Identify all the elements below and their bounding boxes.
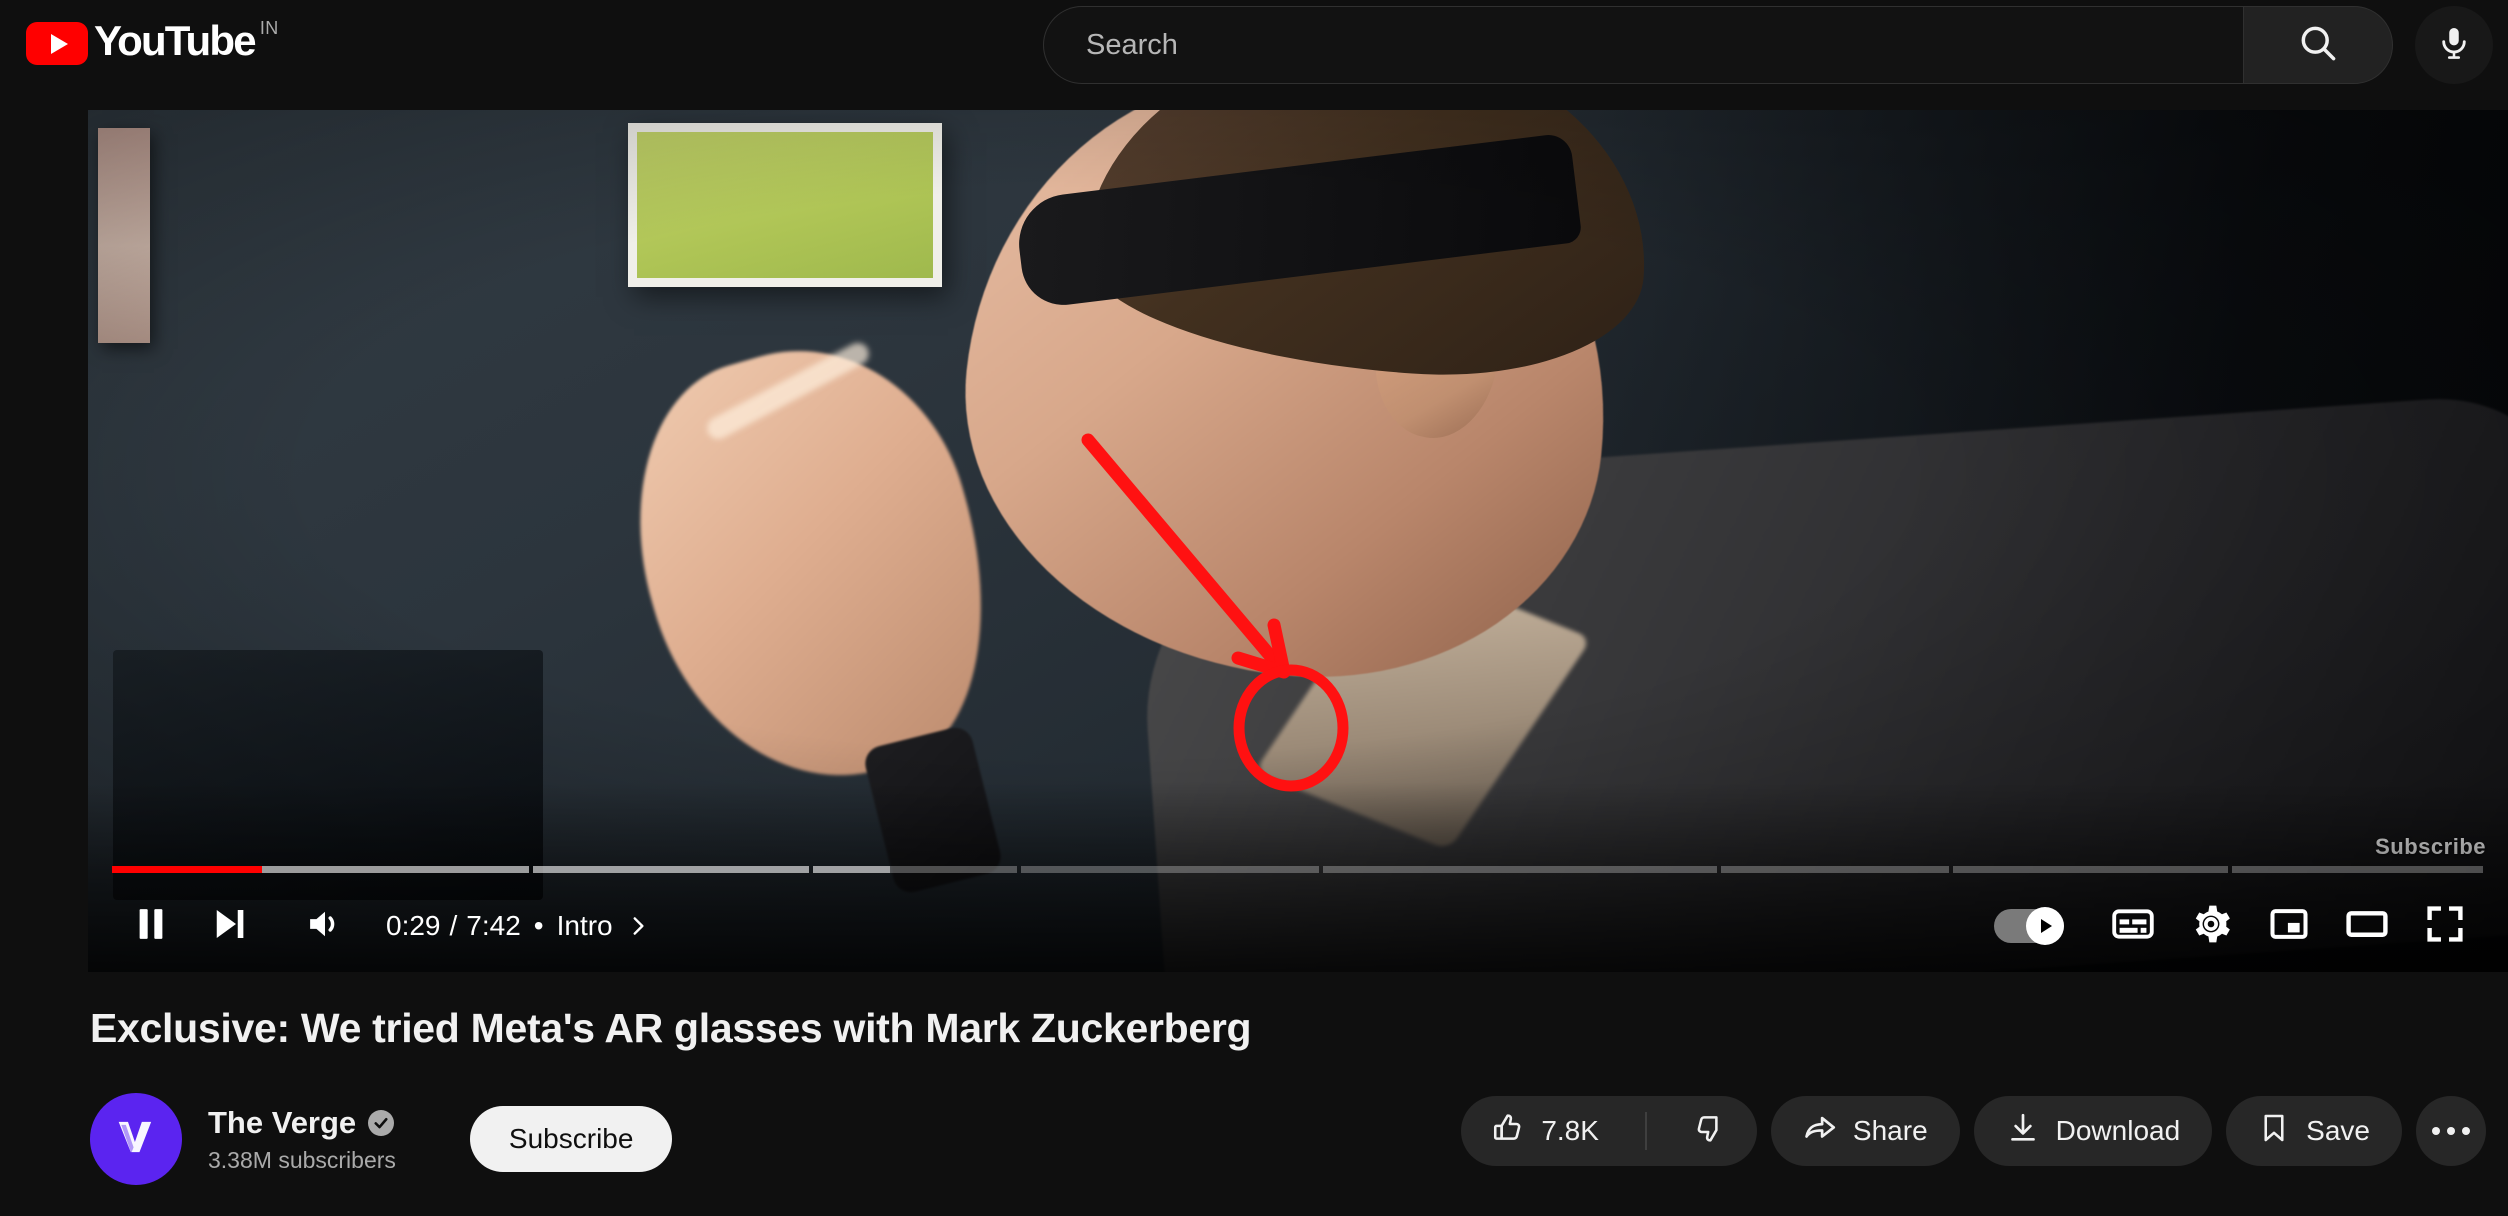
like-dislike-group: 7.8K	[1461, 1096, 1757, 1166]
chapter-segment[interactable]	[1020, 865, 1320, 873]
youtube-play-icon	[26, 22, 88, 65]
thumbs-down-icon	[1693, 1111, 1727, 1152]
subscriber-count: 3.38M subscribers	[208, 1146, 396, 1173]
current-time: 0:29	[386, 910, 441, 941]
chapter-segments[interactable]	[112, 865, 2484, 873]
share-label: Share	[1852, 1115, 1928, 1146]
played-fill	[112, 865, 263, 873]
search-zone: Search	[1043, 6, 2493, 84]
player-controls-left: 0:29 / 7:42 • Intro	[112, 887, 651, 965]
chapter-segment[interactable]	[1323, 865, 1718, 873]
player-controls: 0:29 / 7:42 • Intro	[88, 880, 2508, 972]
youtube-logo[interactable]: YouTube IN	[26, 18, 279, 65]
video-frame	[88, 110, 2508, 972]
gear-icon	[2189, 902, 2233, 951]
search-button[interactable]	[2243, 6, 2393, 84]
next-button[interactable]	[190, 887, 268, 965]
buffered-fill	[812, 865, 891, 873]
download-button[interactable]: Download	[1973, 1096, 2213, 1166]
page-title: Exclusive: We tried Meta's AR glasses wi…	[90, 1005, 1252, 1051]
subscribe-button[interactable]: Subscribe	[469, 1106, 673, 1172]
the-verge-logo	[110, 1111, 162, 1168]
action-divider	[1644, 1112, 1647, 1150]
search-icon	[2296, 21, 2340, 70]
volume-button[interactable]	[286, 887, 364, 965]
settings-button[interactable]	[2172, 887, 2250, 965]
voice-search-button[interactable]	[2415, 6, 2493, 84]
channel-name[interactable]: The Verge	[208, 1105, 356, 1141]
avatar[interactable]	[90, 1093, 182, 1185]
time-separator: •	[533, 910, 544, 941]
more-horizontal-icon	[2432, 1127, 2470, 1135]
autoplay-toggle-icon	[1994, 907, 2064, 945]
more-actions-button[interactable]	[2416, 1096, 2486, 1166]
subtitles-button[interactable]	[2094, 887, 2172, 965]
youtube-wordmark: YouTube	[94, 17, 257, 64]
chevron-right-icon[interactable]	[625, 913, 651, 939]
thumbs-up-icon	[1491, 1111, 1525, 1152]
download-label: Download	[2055, 1115, 2181, 1146]
search-input[interactable]: Search	[1043, 6, 2243, 84]
masthead: YouTube IN Search	[0, 0, 2508, 96]
save-label: Save	[2306, 1115, 2370, 1146]
save-button[interactable]: Save	[2226, 1096, 2402, 1166]
bookmark-icon	[2258, 1112, 2290, 1151]
chapter-segment[interactable]	[812, 865, 1017, 873]
next-track-icon	[208, 903, 250, 950]
buffered-fill	[533, 865, 809, 873]
total-duration: 7:42	[466, 910, 521, 941]
video-player[interactable]: Subscribe 0:29 / 7:42 • Intro	[88, 110, 2508, 972]
progress-bar[interactable]	[88, 858, 2508, 880]
autoplay-toggle[interactable]	[1994, 907, 2068, 945]
pause-icon	[130, 903, 172, 950]
microphone-icon	[2435, 24, 2473, 67]
search-placeholder: Search	[1086, 28, 1178, 61]
like-count: 7.8K	[1541, 1115, 1599, 1146]
pause-button[interactable]	[112, 887, 190, 965]
chapter-segment[interactable]	[1952, 865, 2229, 873]
dislike-button[interactable]	[1663, 1096, 1757, 1166]
chapter-segment[interactable]	[112, 865, 530, 873]
theater-button[interactable]	[2328, 887, 2406, 965]
player-controls-right	[1994, 887, 2484, 965]
chapter-segment[interactable]	[1721, 865, 1949, 873]
channel-info: The Verge 3.38M subscribers	[208, 1105, 396, 1174]
country-code: IN	[259, 18, 279, 38]
current-chapter-label[interactable]: Intro	[557, 910, 613, 942]
download-icon	[2006, 1111, 2040, 1152]
fullscreen-button[interactable]	[2406, 887, 2484, 965]
chapter-segment[interactable]	[533, 865, 809, 873]
miniplayer-icon	[2267, 902, 2311, 951]
chapter-segment[interactable]	[2232, 865, 2484, 873]
theater-mode-icon	[2344, 901, 2390, 952]
time-display: 0:29 / 7:42 • Intro	[386, 910, 651, 942]
volume-high-icon	[304, 903, 346, 950]
share-button[interactable]: Share	[1770, 1096, 1960, 1166]
fullscreen-icon	[2423, 902, 2467, 951]
share-arrow-icon	[1803, 1111, 1837, 1152]
miniplayer-button[interactable]	[2250, 887, 2328, 965]
like-button[interactable]: 7.8K	[1461, 1096, 1629, 1166]
scene-vignette	[88, 110, 2508, 972]
subscribe-watermark[interactable]: Subscribe	[2375, 834, 2486, 860]
closed-captions-icon	[2110, 901, 2156, 952]
verified-check-icon	[368, 1109, 395, 1136]
action-buttons: 7.8K Share Download Save	[1461, 1096, 2486, 1166]
